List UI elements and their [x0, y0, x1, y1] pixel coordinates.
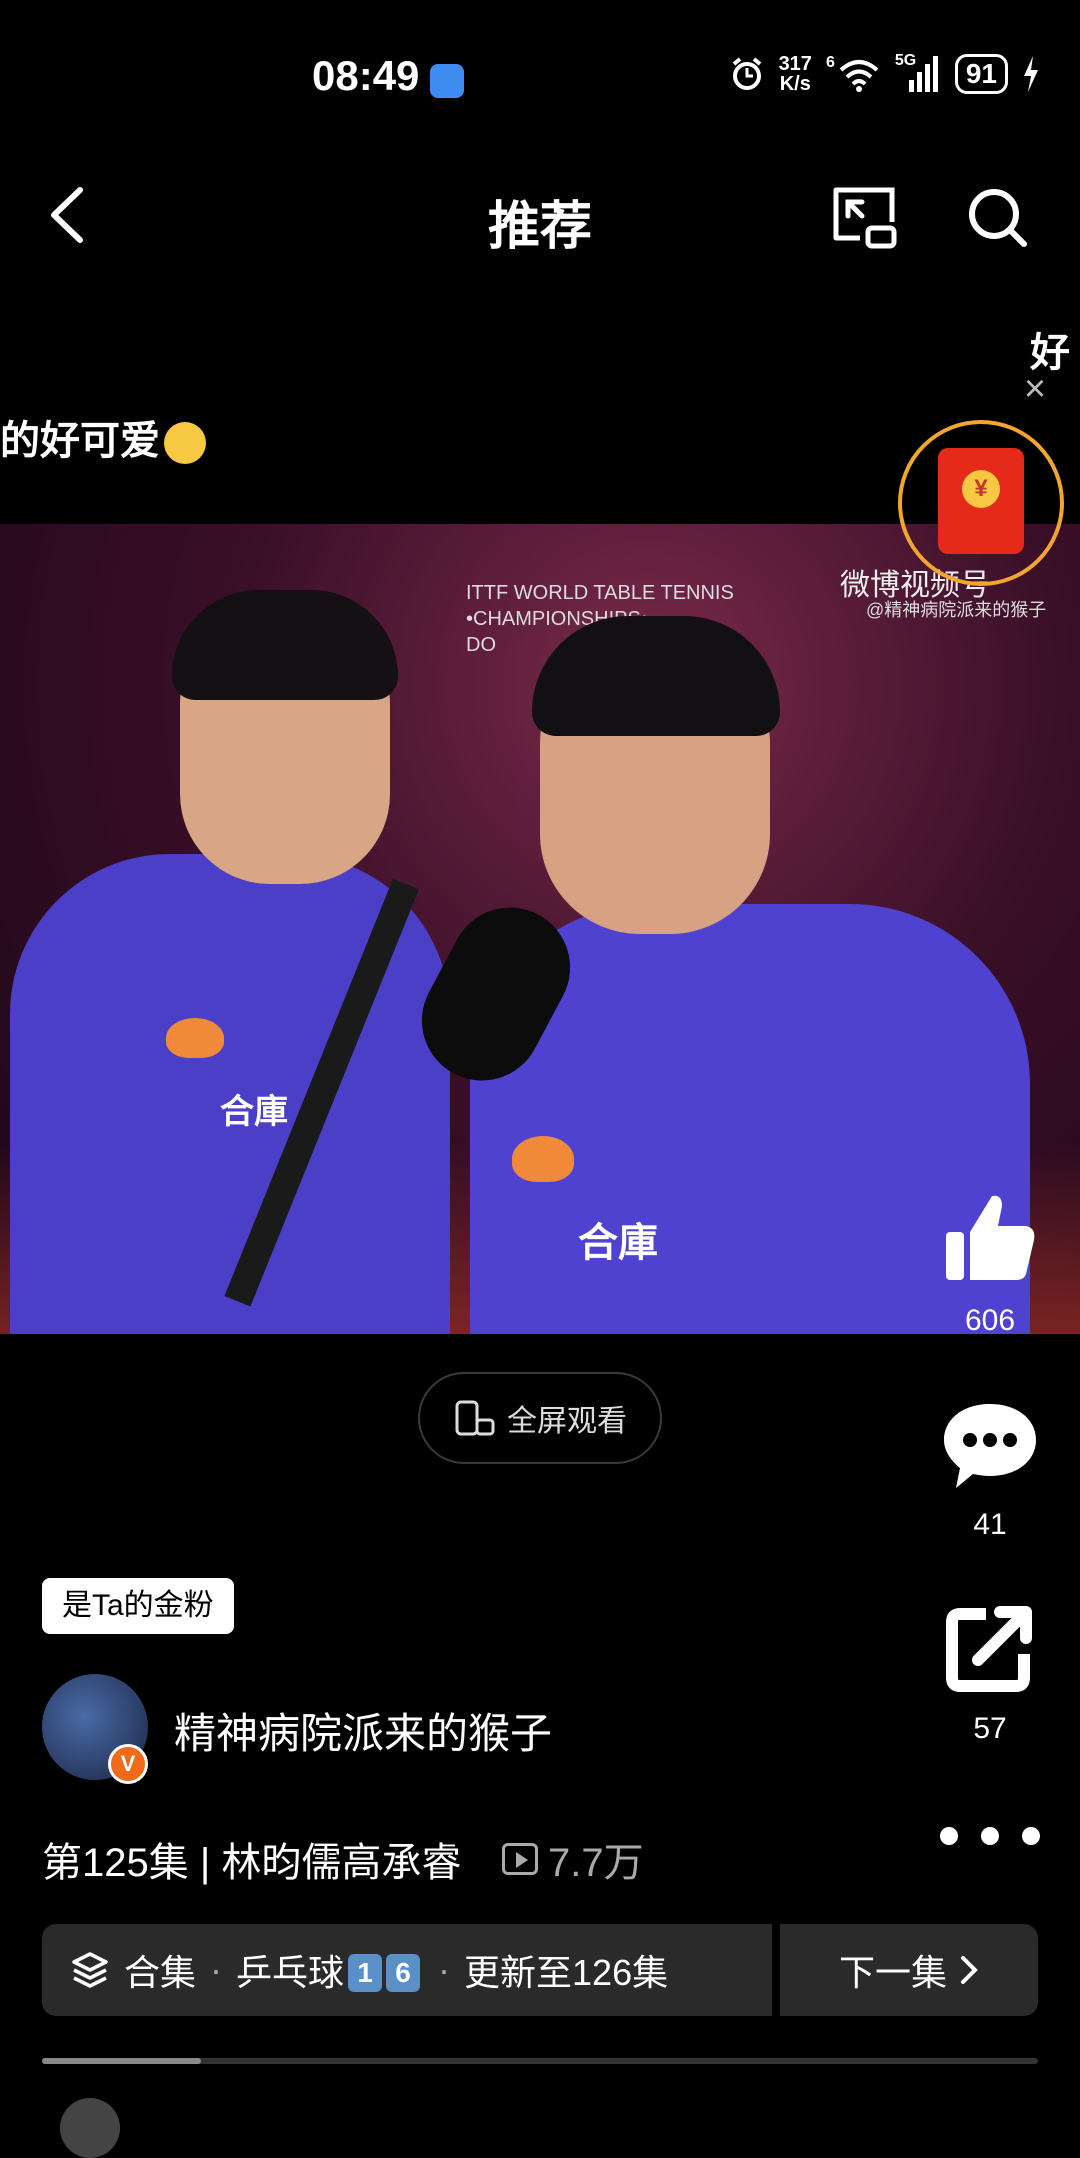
- author-name[interactable]: 精神病院派来的猴子: [174, 1700, 552, 1761]
- like-button[interactable]: [930, 1188, 1050, 1298]
- search-button[interactable]: [962, 182, 1032, 252]
- share-icon: [946, 1606, 1032, 1692]
- next-item-avatar: [60, 2098, 120, 2158]
- handle-watermark: @精神病院派来的猴子: [866, 600, 1047, 620]
- charging-icon: [1024, 56, 1038, 92]
- dot-icon: [981, 1827, 999, 1845]
- dot-icon: [1022, 1827, 1040, 1845]
- cellular-signal: 5G: [895, 52, 941, 92]
- episode-title: 第125集 | 林昀儒高承睿: [42, 1841, 462, 1885]
- net-speed: 317 K/s: [778, 53, 812, 95]
- next-episode-label: 下一集: [838, 1952, 947, 1993]
- comment-icon: [944, 1404, 1036, 1488]
- play-count: 7.7万: [502, 1830, 644, 1888]
- fullscreen-button[interactable]: 全屏观看: [418, 1372, 662, 1464]
- separator: ·: [438, 1949, 451, 1990]
- like-count: 606: [964, 1304, 1016, 1337]
- play-icon: [502, 1843, 538, 1875]
- signal-icon: [908, 56, 938, 92]
- close-icon[interactable]: ×: [1018, 370, 1052, 408]
- coin-icon: ¥: [962, 470, 1000, 508]
- layers-icon: [72, 1952, 108, 1988]
- jersey-sponsor-right: 合庫: [578, 1221, 658, 1265]
- alarm-icon: [732, 57, 761, 90]
- collection-label: 合集: [124, 1952, 197, 1993]
- danmaku-comment: 的好可爱: [0, 408, 206, 466]
- page-title: 推荐: [487, 198, 592, 256]
- share-button[interactable]: [930, 1600, 1050, 1700]
- picture-in-picture-button[interactable]: [830, 182, 900, 252]
- wifi-level: 6: [825, 54, 835, 71]
- dot-icon: [940, 1827, 958, 1845]
- verified-badge-icon: V: [108, 1744, 148, 1784]
- progress-fill: [42, 2058, 202, 2064]
- rotate-phone-icon: [455, 1400, 495, 1436]
- collection-update: 更新至126集: [464, 1952, 669, 1993]
- collection-bar[interactable]: 合集 · 乒乓球 16 · 更新至126集: [42, 1924, 772, 2016]
- number-badge: 1: [348, 1953, 383, 1992]
- app-notification-icon: [430, 64, 464, 98]
- player-left-hair: [172, 590, 398, 700]
- butterfly-logo-icon: [512, 1136, 574, 1182]
- next-episode-button[interactable]: 下一集: [780, 1924, 1038, 2016]
- collection-topic: 乒乓球: [236, 1952, 345, 1993]
- fullscreen-label: 全屏观看: [507, 1405, 627, 1438]
- number-badge: 6: [386, 1953, 421, 1992]
- thumbs-up-icon: [946, 1195, 1035, 1280]
- more-options-button[interactable]: [940, 1818, 1040, 1854]
- video-player[interactable]: ITTF WORLD TABLE TENNIS •CHAMPIONSHIPS• …: [0, 524, 1080, 1334]
- jersey-sponsor-left: 合庫: [220, 1093, 288, 1131]
- comment-count: 41: [973, 1508, 1007, 1541]
- separator: ·: [210, 1949, 223, 1990]
- tongue-emoji-icon: [164, 422, 206, 465]
- fan-badge: 是Ta的金粉: [42, 1578, 234, 1634]
- comment-button[interactable]: [930, 1396, 1050, 1496]
- share-count: 57: [973, 1712, 1007, 1745]
- status-indicators: 317 K/s 6 5G 91: [729, 52, 1040, 95]
- wifi-icon: [839, 60, 879, 92]
- status-time: 08:49: [312, 52, 420, 99]
- chevron-right-icon: [961, 1956, 978, 1984]
- number-badges: 16: [348, 1949, 424, 1992]
- battery-indicator: 91: [954, 54, 1008, 94]
- butterfly-logo-icon: [166, 1018, 224, 1058]
